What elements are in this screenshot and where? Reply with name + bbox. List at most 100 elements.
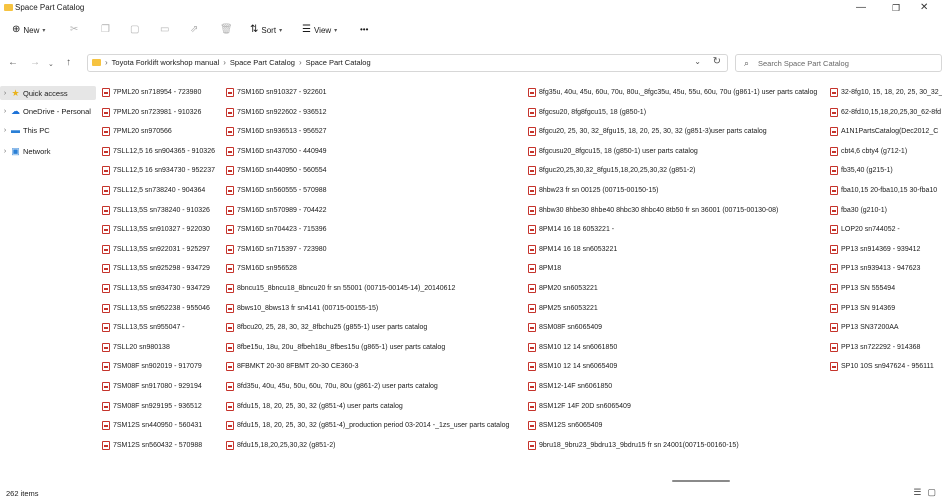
sidebar-item-network[interactable]: › ▣ Network bbox=[0, 144, 96, 158]
file-item[interactable]: 7SLL13,5S sn934730 - 934729 bbox=[102, 283, 210, 294]
file-item[interactable]: 7SM12S sn560432 - 570988 bbox=[102, 440, 202, 451]
file-item[interactable]: 7SM16D sn437050 - 440949 bbox=[226, 146, 327, 157]
file-item[interactable]: 8fbe15u, 18u, 20u_8fbeh18u_8fbes15u (g86… bbox=[226, 342, 445, 353]
sidebar-item-quick-access[interactable]: › ★ Quick access bbox=[0, 86, 96, 100]
forward-arrow-icon[interactable]: → bbox=[30, 58, 40, 68]
sort-button[interactable]: ⇅ Sort ▾ bbox=[250, 25, 282, 35]
file-item[interactable]: 7SLL12,5 16 sn904365 - 910326 bbox=[102, 146, 215, 157]
file-item[interactable]: LOP20 sn744052 - bbox=[830, 224, 900, 235]
file-item[interactable]: A1N1PartsCatalog(Dec2012_C bbox=[830, 126, 938, 137]
file-item[interactable]: 8hbw30 8hbe30 8hbe40 8hbc30 8hbc40 8tb50… bbox=[528, 205, 778, 216]
breadcrumb-item[interactable]: Space Part Catalog bbox=[306, 58, 371, 67]
chevron-right-icon[interactable]: › bbox=[0, 108, 10, 115]
file-item[interactable]: 8fdu15, 18, 20, 25, 30, 32 (g851-4)_prod… bbox=[226, 420, 509, 431]
share-button[interactable]: ⇗ bbox=[190, 25, 198, 35]
file-item[interactable]: cbt4,6 cbty4 (g712-1) bbox=[830, 146, 907, 157]
sidebar-item-this-pc[interactable]: › ▬ This PC bbox=[0, 123, 96, 137]
file-item[interactable]: fba30 (g210-1) bbox=[830, 205, 887, 216]
sidebar-item-onedrive[interactable]: › ☁ OneDrive - Personal bbox=[0, 104, 96, 118]
file-item[interactable]: 8fgcusu20_8fgcu15, 18 (g850-1) user part… bbox=[528, 146, 698, 157]
paste-button[interactable]: ▢ bbox=[130, 25, 139, 35]
maximize-button[interactable]: ❐ bbox=[892, 3, 900, 13]
file-item[interactable]: 8PM14 16 18 sn6053221 bbox=[528, 244, 617, 255]
chevron-right-icon[interactable]: › bbox=[0, 90, 10, 97]
file-item[interactable]: fba10,15 20-fba10,15 30-fba10 bbox=[830, 185, 937, 196]
file-item[interactable]: 8fgcu20, 25, 30, 32_8fgu15, 18, 20, 25, … bbox=[528, 126, 767, 137]
file-item[interactable]: 7SLL13,5S sn952238 - 955046 bbox=[102, 303, 210, 314]
file-item[interactable]: 7SM12S sn440950 - 560431 bbox=[102, 420, 202, 431]
file-item[interactable]: 9bru18_9bru23_9bdru13_9bdru15 fr sn 2400… bbox=[528, 440, 739, 451]
file-item[interactable]: 7PML20 sn723981 - 910326 bbox=[102, 107, 201, 118]
file-item[interactable]: SP10 10S sn947624 - 956111 bbox=[830, 361, 934, 372]
file-item[interactable]: 8SM10 12 14 sn6065409 bbox=[528, 361, 617, 372]
file-item[interactable]: 7SM08F sn917080 - 929194 bbox=[102, 381, 202, 392]
file-item[interactable]: 7SLL13,5S sn738240 - 910326 bbox=[102, 205, 210, 216]
file-item[interactable]: 8hbw23 fr sn 00125 (00715-00150-15) bbox=[528, 185, 658, 196]
recent-chevron-icon[interactable]: ⌄ bbox=[48, 60, 54, 70]
file-item[interactable]: 62-8fd10,15,18,20,25,30_62-8fd bbox=[830, 107, 941, 118]
file-item[interactable]: 8SM12-14F sn6061850 bbox=[528, 381, 612, 392]
file-item[interactable]: 8bncu15_8bncu18_8bncu20 fr sn 55001 (007… bbox=[226, 283, 455, 294]
file-item[interactable]: PP13 SN 555494 bbox=[830, 283, 895, 294]
file-item[interactable]: 7SLL13,5S sn925298 - 934729 bbox=[102, 263, 210, 274]
file-item[interactable]: 7SM16D sn936513 - 956527 bbox=[226, 126, 327, 137]
chevron-right-icon[interactable]: › bbox=[0, 127, 10, 134]
tiles-view-icon[interactable]: ▢ bbox=[927, 487, 936, 498]
file-item[interactable]: 7SLL12,5 sn738240 - 904364 bbox=[102, 185, 205, 196]
rename-button[interactable]: ▭ bbox=[160, 25, 169, 35]
copy-button[interactable]: ❐ bbox=[101, 25, 110, 35]
file-item[interactable]: 7PML20 sn718954 - 723980 bbox=[102, 87, 201, 98]
horizontal-scrollbar[interactable] bbox=[672, 480, 730, 482]
minimize-button[interactable]: — bbox=[856, 3, 866, 13]
up-arrow-icon[interactable]: ↑ bbox=[66, 58, 71, 68]
file-item[interactable]: 8PM14 16 18 6053221 - bbox=[528, 224, 614, 235]
address-bar[interactable]: › Toyota Forklift workshop manual › Spac… bbox=[87, 54, 728, 72]
file-item[interactable]: 7SLL12,5 16 sn934730 - 952237 bbox=[102, 165, 215, 176]
file-item[interactable]: 8fdu15,18,20,25,30,32 (g851-2) bbox=[226, 440, 335, 451]
file-item[interactable]: 8fdu15, 18, 20, 25, 30, 32 (g851-4) user… bbox=[226, 401, 403, 412]
file-item[interactable]: 7SM16D sn922602 - 936512 bbox=[226, 107, 327, 118]
file-item[interactable]: PP13 sn914369 - 939412 bbox=[830, 244, 920, 255]
file-item[interactable]: 8PM25 sn6053221 bbox=[528, 303, 598, 314]
file-item[interactable]: 7SM08F sn929195 - 936512 bbox=[102, 401, 202, 412]
cut-button[interactable]: ✂ bbox=[70, 25, 78, 35]
close-button[interactable]: ✕ bbox=[920, 3, 928, 13]
file-item[interactable]: 8SM12S sn6065409 bbox=[528, 420, 602, 431]
file-item[interactable]: 8fbcu20, 25, 28, 30, 32_8fbchu25 (g855-1… bbox=[226, 322, 427, 333]
file-item[interactable]: 8bws10_8bws13 fr sn4141 (00715-00155-15) bbox=[226, 303, 378, 314]
file-item[interactable]: 7SLL13,5S sn955047 - bbox=[102, 322, 185, 333]
file-item[interactable]: 8SM12F 14F 20D sn6065409 bbox=[528, 401, 631, 412]
file-item[interactable]: 8fguc20,25,30,32_8fgu15,18,20,25,30,32 (… bbox=[528, 165, 695, 176]
file-item[interactable]: 7SLL13,5S sn910327 - 922030 bbox=[102, 224, 210, 235]
file-item[interactable]: 8SM10 12 14 sn6061850 bbox=[528, 342, 617, 353]
more-options-button[interactable]: ••• bbox=[360, 25, 368, 34]
file-item[interactable]: 8FBMKT 20-30 8FBMT 20-30 CE360-3 bbox=[226, 361, 359, 372]
file-item[interactable]: 7SLL13,5S sn922031 - 925297 bbox=[102, 244, 210, 255]
file-item[interactable]: 7SLL20 sn980138 bbox=[102, 342, 170, 353]
file-item[interactable]: 8SM08F sn6065409 bbox=[528, 322, 602, 333]
breadcrumb-item[interactable]: Space Part Catalog bbox=[230, 58, 295, 67]
view-button[interactable]: ☰ View ▾ bbox=[302, 25, 337, 35]
chevron-right-icon[interactable]: › bbox=[0, 148, 10, 155]
file-item[interactable]: 8fg35u, 40u, 45u, 60u, 70u, 80u,_8fgc35u… bbox=[528, 87, 817, 98]
file-item[interactable]: 8PM20 sn6053221 bbox=[528, 283, 598, 294]
file-item[interactable]: 7PML20 sn970566 bbox=[102, 126, 172, 137]
file-item[interactable]: PP13 sn939413 - 947623 bbox=[830, 263, 920, 274]
file-item[interactable]: 8fd35u, 40u, 45u, 50u, 60u, 70u, 80u (g8… bbox=[226, 381, 438, 392]
new-button[interactable]: ⊕ New ▾ bbox=[12, 25, 45, 35]
file-item[interactable]: 8PM18 bbox=[528, 263, 561, 274]
back-arrow-icon[interactable]: ← bbox=[8, 58, 18, 68]
address-dropdown-icon[interactable]: ⌄ bbox=[694, 57, 701, 66]
details-view-icon[interactable]: ☰ bbox=[913, 487, 921, 498]
file-item[interactable]: 8fgcsu20, 8fg8fgcu15, 18 (g850-1) bbox=[528, 107, 646, 118]
file-item[interactable]: 32-8fg10, 15, 18, 20, 25, 30_32_ bbox=[830, 87, 942, 98]
file-item[interactable]: 7SM16D sn570989 - 704422 bbox=[226, 205, 327, 216]
file-item[interactable]: fb35,40 (g215-1) bbox=[830, 165, 893, 176]
delete-button[interactable]: 🗑 bbox=[220, 25, 233, 35]
file-item[interactable]: 7SM16D sn715397 - 723980 bbox=[226, 244, 327, 255]
file-item[interactable]: PP13 SN37200AA bbox=[830, 322, 899, 333]
breadcrumb-item[interactable]: Toyota Forklift workshop manual bbox=[112, 58, 220, 67]
file-item[interactable]: 7SM08F sn902019 - 917079 bbox=[102, 361, 202, 372]
file-item[interactable]: PP13 SN 914369 bbox=[830, 303, 895, 314]
file-item[interactable]: 7SM16D sn560555 - 570988 bbox=[226, 185, 327, 196]
